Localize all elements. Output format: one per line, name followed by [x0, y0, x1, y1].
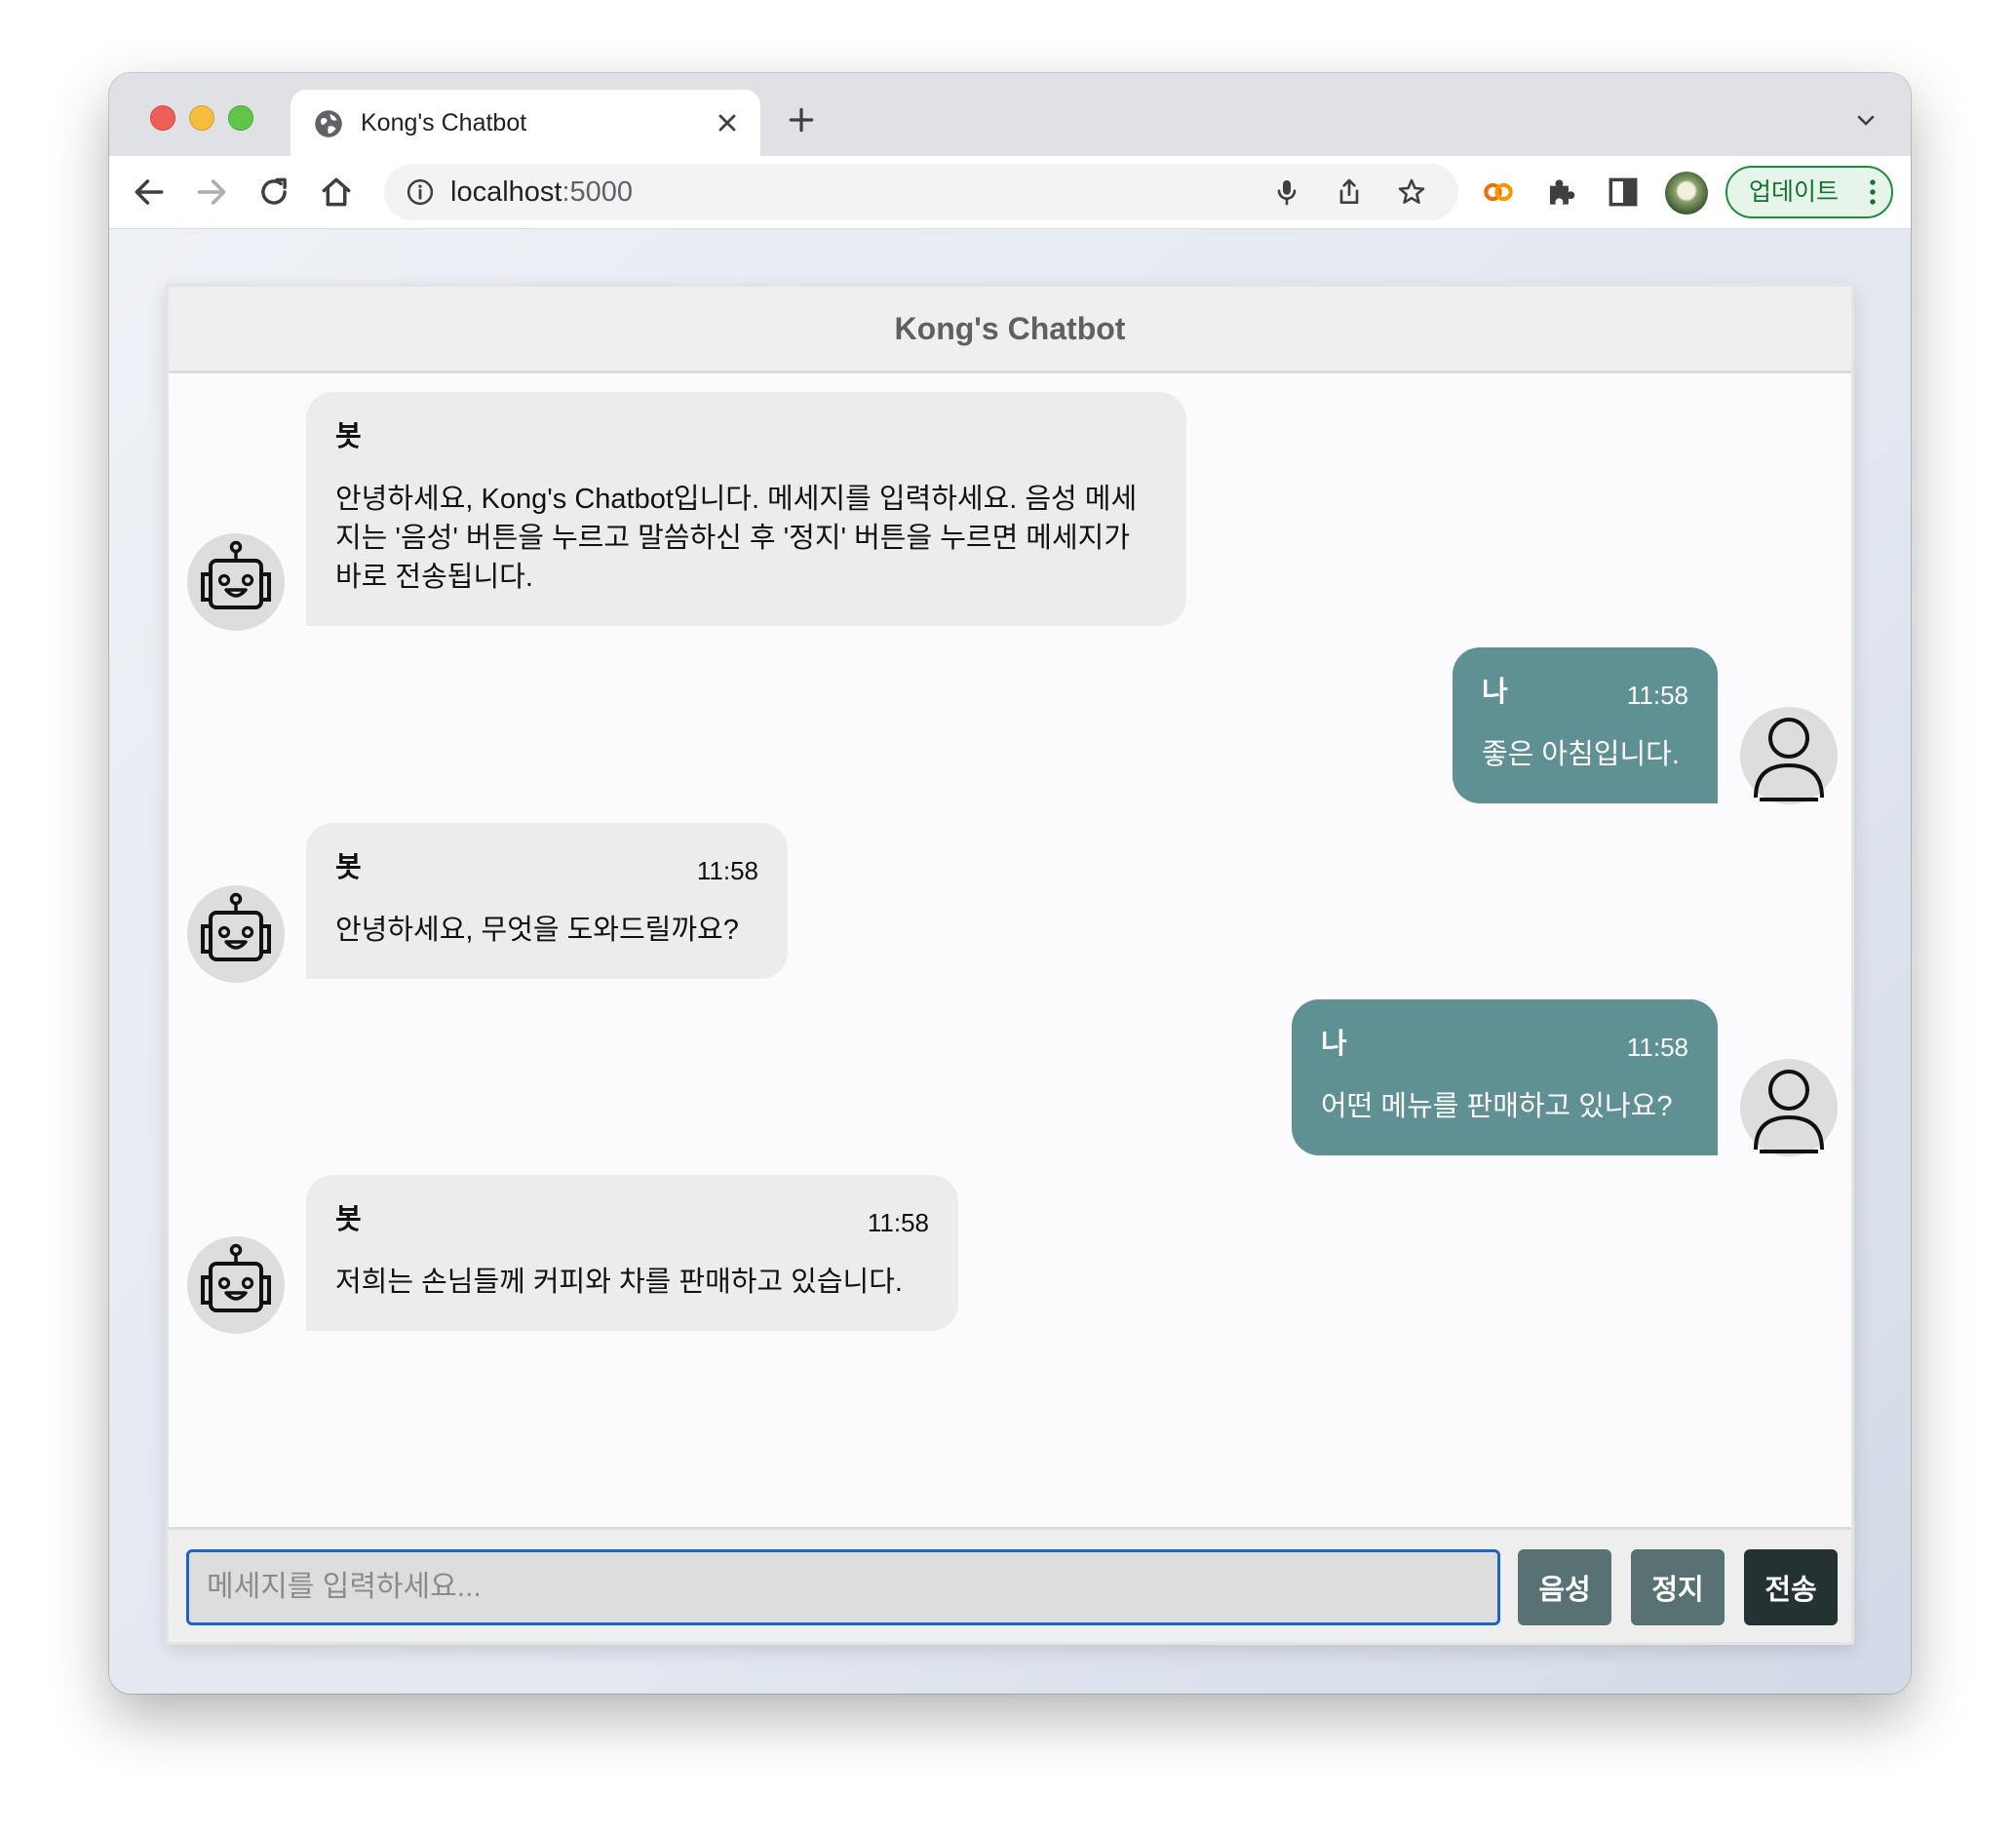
message-sender: 봇 [335, 1204, 362, 1235]
robot-icon [201, 540, 271, 609]
message-time: 11:58 [696, 856, 758, 885]
message-header: 봇 11:58 [335, 1202, 929, 1241]
bot-avatar [187, 885, 285, 983]
back-arrow-icon[interactable] [131, 174, 168, 211]
zoom-window-button[interactable] [228, 105, 253, 131]
message-time: 11:58 [1626, 1033, 1688, 1062]
reload-icon[interactable] [255, 174, 292, 211]
microphone-icon[interactable] [1271, 176, 1302, 208]
extension-co-icon[interactable] [1480, 174, 1517, 211]
browser-toolbar: localhost:5000 업데이트 [109, 156, 1911, 229]
user-avatar [1740, 1059, 1838, 1156]
side-panel-icon[interactable] [1605, 174, 1642, 211]
home-icon[interactable] [318, 174, 355, 211]
page-viewport: Kong's Chatbot 봇 안녕하세요, Kong's Chatbot입니… [109, 229, 1911, 1694]
address-bar[interactable]: localhost:5000 [384, 164, 1458, 220]
browser-window: Kong's Chatbot localhost:5000 업데이트 Kong'… [109, 73, 1911, 1694]
new-tab-icon[interactable] [786, 104, 817, 136]
update-label: 업데이트 [1749, 178, 1840, 206]
robot-icon [201, 1243, 271, 1312]
message-text: 좋은 아침입니다. [1482, 739, 1680, 770]
tab-strip: Kong's Chatbot [109, 73, 1911, 156]
message-text: 어떤 메뉴를 판매하고 있나요? [1321, 1091, 1673, 1122]
send-button[interactable]: 전송 [1744, 1549, 1838, 1625]
info-icon[interactable] [406, 177, 435, 207]
chat-container: Kong's Chatbot 봇 안녕하세요, Kong's Chatbot입니… [166, 284, 1854, 1645]
message-bubble-bot: 봇 11:58 안녕하세요, 무엇을 도와드릴까요? [306, 823, 788, 979]
message-bubble-bot: 봇 11:58 저희는 손님들께 커피와 차를 판매하고 있습니다. [306, 1175, 958, 1331]
message-bubble-user: 나 11:58 어떤 메뉴를 판매하고 있나요? [1292, 999, 1718, 1155]
message-text: 안녕하세요, 무엇을 도와드릴까요? [335, 915, 739, 946]
message-input[interactable] [186, 1549, 1500, 1625]
message-sender: 봇 [335, 852, 362, 883]
more-vertical-icon [1870, 179, 1876, 205]
message-header: 봇 [335, 419, 1157, 458]
update-button[interactable]: 업데이트 [1725, 166, 1893, 218]
user-icon [1754, 1070, 1824, 1153]
bot-avatar [187, 533, 285, 631]
user-icon [1754, 718, 1824, 801]
user-avatar [1740, 707, 1838, 804]
globe-icon [315, 110, 342, 137]
chat-input-bar: 음성 정지 전송 [169, 1527, 1851, 1642]
message-header: 나 11:58 [1482, 675, 1688, 714]
message-sender: 나 [1321, 1029, 1347, 1060]
share-icon[interactable] [1334, 176, 1365, 208]
url-text[interactable]: localhost:5000 [450, 176, 633, 209]
puzzle-icon[interactable] [1542, 174, 1579, 211]
minimize-window-button[interactable] [189, 105, 214, 131]
stop-button[interactable]: 정지 [1631, 1549, 1725, 1625]
message-text: 안녕하세요, Kong's Chatbot입니다. 메세지를 입력하세요. 음성… [335, 484, 1138, 593]
chat-title: Kong's Chatbot [169, 287, 1851, 373]
chevron-down-icon[interactable] [1854, 110, 1878, 130]
url-port: :5000 [562, 176, 634, 208]
url-host: localhost [450, 176, 562, 208]
close-window-button[interactable] [150, 105, 175, 131]
voice-button[interactable]: 음성 [1518, 1549, 1611, 1625]
chat-messages[interactable]: 봇 안녕하세요, Kong's Chatbot입니다. 메세지를 입력하세요. … [169, 373, 1851, 1516]
browser-tab[interactable]: Kong's Chatbot [291, 90, 760, 156]
message-sender: 봇 [335, 421, 362, 452]
message-sender: 나 [1482, 677, 1508, 708]
close-icon[interactable] [714, 109, 741, 137]
profile-avatar[interactable] [1665, 172, 1708, 215]
tab-title: Kong's Chatbot [361, 109, 527, 137]
robot-icon [201, 892, 271, 961]
message-text: 저희는 손님들께 커피와 차를 판매하고 있습니다. [335, 1267, 903, 1298]
bot-avatar [187, 1236, 285, 1334]
star-icon[interactable] [1396, 176, 1427, 208]
message-bubble-bot: 봇 안녕하세요, Kong's Chatbot입니다. 메세지를 입력하세요. … [306, 392, 1186, 626]
message-header: 나 11:58 [1321, 1027, 1688, 1066]
message-header: 봇 11:58 [335, 850, 758, 889]
message-time: 11:58 [1626, 681, 1688, 710]
message-time: 11:58 [867, 1208, 929, 1237]
forward-arrow-icon[interactable] [193, 174, 230, 211]
message-bubble-user: 나 11:58 좋은 아침입니다. [1453, 647, 1718, 803]
